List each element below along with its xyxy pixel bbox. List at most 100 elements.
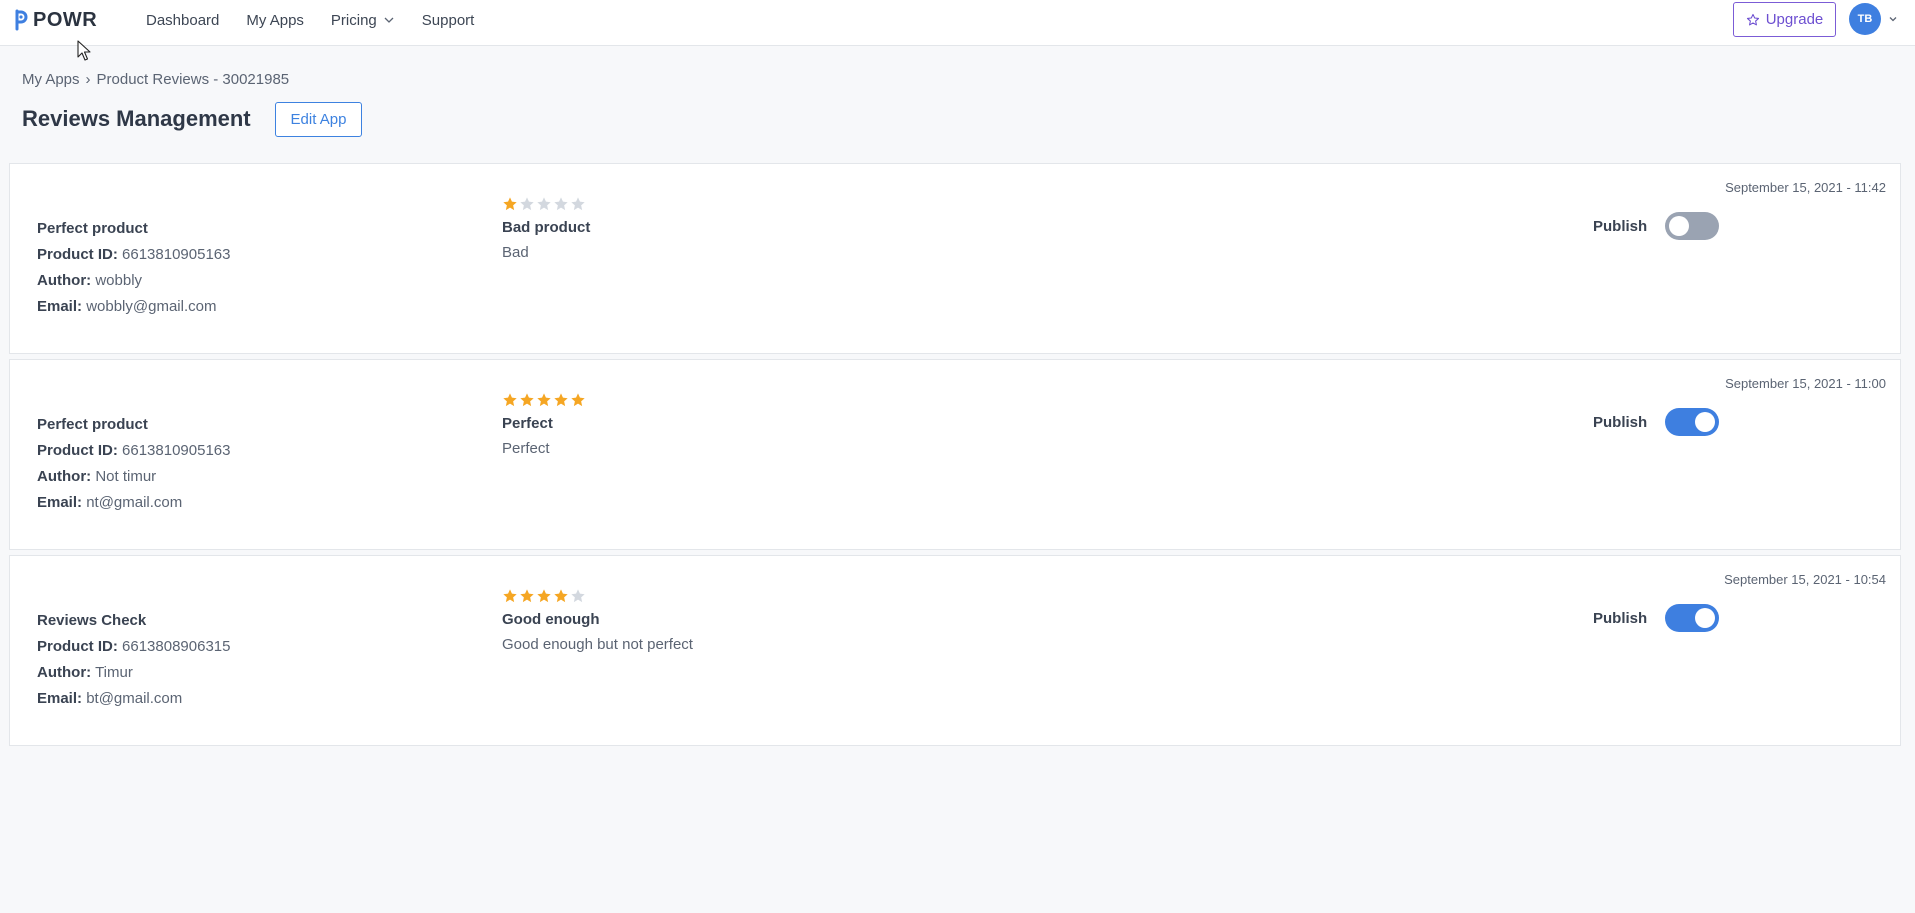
author-row: Author: wobbly [37, 268, 230, 294]
publish-control: Publish [1593, 408, 1720, 436]
avatar: TB [1849, 3, 1881, 35]
chevron-down-icon [384, 17, 394, 23]
review-content: Good enough Good enough but not perfect [502, 588, 693, 653]
publish-label: Publish [1593, 413, 1648, 431]
review-date: September 15, 2021 - 11:42 [1725, 180, 1886, 195]
publish-toggle[interactable] [1665, 604, 1720, 632]
toggle-knob [1695, 608, 1716, 628]
author-row: Author: Not timur [37, 464, 230, 490]
star-rating [502, 392, 586, 408]
user-menu[interactable]: TB [1849, 3, 1899, 35]
review-date: September 15, 2021 - 11:00 [1725, 376, 1886, 391]
publish-label: Publish [1593, 217, 1648, 235]
star-empty-icon [554, 197, 568, 211]
star-filled-icon [537, 393, 551, 407]
chevron-down-icon [1889, 17, 1897, 22]
review-meta: Perfect product Product ID: 661381090516… [37, 412, 230, 516]
star-outline-icon [1746, 13, 1759, 25]
product-name: Perfect product [37, 416, 148, 433]
powr-logo[interactable]: POWR [13, 8, 97, 32]
nav-dashboard[interactable]: Dashboard [146, 12, 219, 29]
email-label: Email: [37, 298, 83, 315]
product-id-label: Product ID: [37, 246, 118, 263]
author-label: Author: [37, 664, 92, 681]
nav-support[interactable]: Support [422, 12, 475, 29]
email-value: bt@gmail.com [86, 690, 183, 707]
author-value: Not timur [95, 468, 157, 485]
nav-pricing-label: Pricing [330, 11, 377, 29]
breadcrumb-my-apps[interactable]: My Apps [22, 71, 80, 88]
upgrade-label: Upgrade [1765, 11, 1824, 28]
product-id-label: Product ID: [37, 638, 118, 655]
email-label: Email: [37, 494, 83, 511]
mouse-cursor-icon [77, 40, 91, 61]
star-rating [502, 196, 590, 212]
author-label: Author: [37, 468, 92, 485]
toggle-knob [1695, 412, 1716, 432]
star-filled-icon [503, 197, 517, 211]
email-value: wobbly@gmail.com [86, 298, 217, 315]
nav-pricing[interactable]: Pricing [331, 12, 395, 29]
star-empty-icon [571, 197, 585, 211]
product-id-row: Product ID: 6613810905163 [37, 438, 230, 464]
review-meta: Perfect product Product ID: 661381090516… [37, 216, 230, 320]
toggle-knob [1669, 216, 1690, 236]
star-empty-icon [520, 197, 534, 211]
review-content: Perfect Perfect [502, 392, 586, 457]
edit-app-button[interactable]: Edit App [275, 102, 362, 137]
product-id-value: 6613808906315 [122, 638, 231, 655]
star-filled-icon [537, 589, 551, 603]
review-card: September 15, 2021 - 11:00 Perfect produ… [9, 359, 1901, 550]
star-filled-icon [520, 589, 534, 603]
product-id-value: 6613810905163 [122, 246, 231, 263]
logo-text: POWR [33, 8, 98, 31]
review-meta: Reviews Check Product ID: 6613808906315 … [37, 608, 230, 712]
review-card: September 15, 2021 - 11:42 Perfect produ… [9, 163, 1901, 354]
publish-label: Publish [1593, 609, 1648, 627]
publish-control: Publish [1593, 604, 1720, 632]
star-empty-icon [571, 589, 585, 603]
review-date: September 15, 2021 - 10:54 [1724, 572, 1886, 587]
top-navigation-bar: POWR Dashboard My Apps Pricing Support U… [0, 0, 1915, 46]
review-title: Perfect [502, 415, 553, 432]
author-label: Author: [37, 272, 92, 289]
upgrade-button[interactable]: Upgrade [1733, 2, 1836, 37]
review-content: Bad product Bad [502, 196, 590, 261]
author-value: wobbly [95, 272, 143, 289]
powr-logo-icon [15, 9, 28, 31]
author-row: Author: Timur [37, 660, 230, 686]
page-title: Reviews Management [22, 106, 251, 131]
publish-toggle[interactable] [1665, 212, 1720, 240]
email-row: Email: bt@gmail.com [37, 686, 230, 712]
review-title: Good enough [502, 611, 600, 628]
review-body: Bad [502, 244, 529, 261]
publish-toggle[interactable] [1665, 408, 1720, 436]
star-empty-icon [537, 197, 551, 211]
product-id-value: 6613810905163 [122, 442, 231, 459]
product-id-label: Product ID: [37, 442, 118, 459]
product-id-row: Product ID: 6613808906315 [37, 634, 230, 660]
product-name: Perfect product [37, 220, 148, 237]
author-value: Timur [95, 664, 133, 681]
star-filled-icon [520, 393, 534, 407]
breadcrumb-current: Product Reviews - 30021985 [96, 71, 290, 88]
main-nav: Dashboard My Apps Pricing Support [146, 0, 474, 40]
star-filled-icon [503, 589, 517, 603]
email-row: Email: wobbly@gmail.com [37, 294, 230, 320]
product-name: Reviews Check [37, 612, 147, 629]
email-label: Email: [37, 690, 83, 707]
review-card: September 15, 2021 - 10:54 Reviews Check… [9, 555, 1901, 746]
breadcrumb-separator: › [85, 71, 91, 88]
publish-control: Publish [1593, 212, 1720, 240]
review-body: Perfect [502, 440, 550, 457]
star-filled-icon [571, 393, 585, 407]
email-value: nt@gmail.com [86, 494, 183, 511]
review-title: Bad product [502, 219, 591, 236]
star-rating [502, 588, 693, 604]
star-filled-icon [554, 393, 568, 407]
product-id-row: Product ID: 6613810905163 [37, 242, 230, 268]
star-filled-icon [554, 589, 568, 603]
breadcrumb: My Apps › Product Reviews - 30021985 [22, 71, 289, 88]
nav-my-apps[interactable]: My Apps [246, 12, 304, 29]
review-body: Good enough but not perfect [502, 636, 693, 653]
